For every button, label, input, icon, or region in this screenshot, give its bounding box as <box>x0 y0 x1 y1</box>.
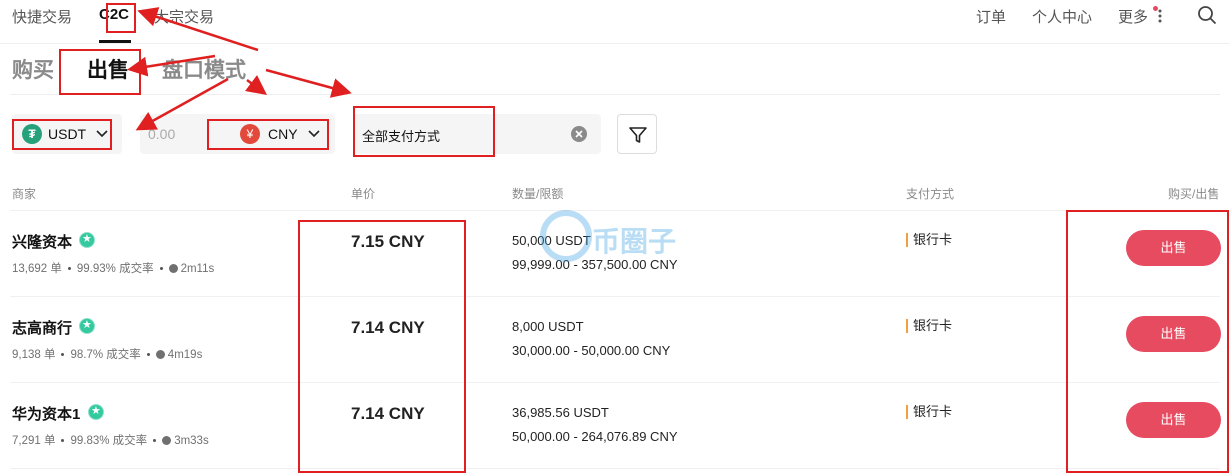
annotation-arrows <box>127 7 352 131</box>
